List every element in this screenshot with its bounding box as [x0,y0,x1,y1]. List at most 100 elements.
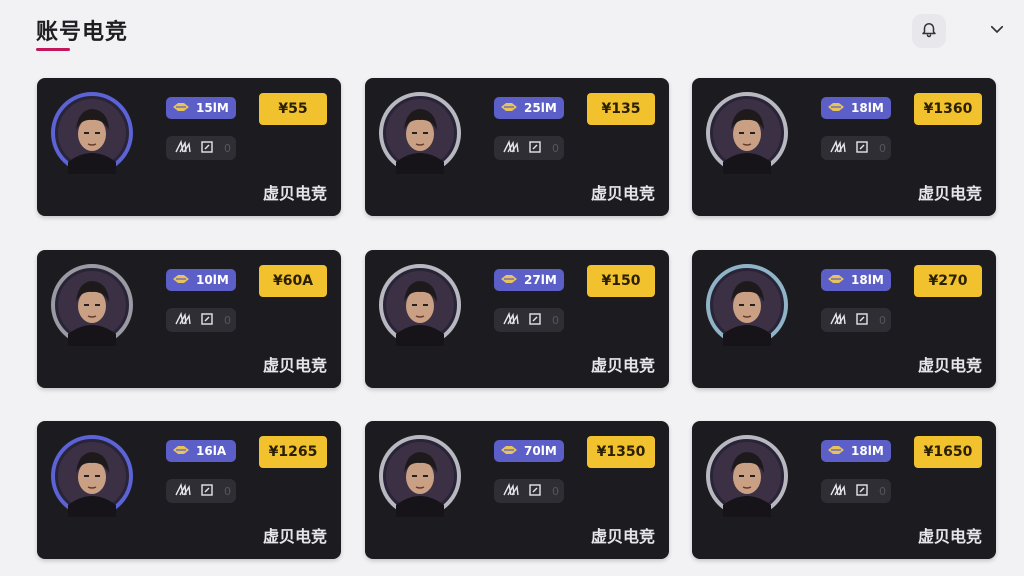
price-tag: ¥1360 [914,93,982,125]
level-badge: 18lM [821,97,891,119]
hero-avatar [51,92,133,174]
wings-icon [174,482,192,501]
wings-icon [174,139,192,158]
skin-icon [200,311,214,330]
wings-icon [502,139,520,158]
price-tag: ¥270 [914,265,982,297]
level-text: 18lM [851,101,884,115]
rank-value: 0 [552,484,559,498]
wings-icon [502,482,520,501]
skin-icon [855,311,869,330]
rank-emblem-icon [827,273,845,287]
level-text: 18lM [851,444,884,458]
price-tag: ¥1265 [259,436,327,468]
rank-emblem-icon [500,273,518,287]
level-text: 15lM [196,101,229,115]
brand-label: 虚贝电竞 [262,527,327,546]
level-badge: 10lM [166,269,236,291]
rank-emblem-icon [172,273,190,287]
level-text: 70lM [524,444,557,458]
level-text: 10lM [196,273,229,287]
level-badge: 70lM [494,440,564,462]
skin-icon [855,482,869,501]
account-card[interactable]: 15lM ¥55 0 虚贝电竞 [37,78,341,216]
level-badge: 25lM [494,97,564,119]
account-card[interactable]: 18lM ¥1360 0 虚贝电竞 [692,78,996,216]
rank-info: 0 [494,308,564,332]
page-title: 账号电竞 [36,20,129,45]
brand-label: 虚贝电竞 [590,184,655,203]
wings-icon [502,311,520,330]
wings-icon [829,139,847,158]
brand-label: 虚贝电竞 [917,527,982,546]
rank-emblem-icon [827,444,845,458]
rank-info: 0 [166,479,236,503]
brand-label: 虚贝电竞 [262,356,327,375]
level-text: 25lM [524,101,557,115]
title-underline [36,48,70,51]
rank-value: 0 [224,484,231,498]
level-text: 18lM [851,273,884,287]
skin-icon [200,139,214,158]
brand-label: 虚贝电竞 [590,527,655,546]
price-tag: ¥60A [259,265,327,297]
rank-emblem-icon [172,444,190,458]
wings-icon [174,311,192,330]
account-card[interactable]: 27lM ¥150 0 虚贝电竞 [365,250,669,388]
brand-label: 虚贝电竞 [262,184,327,203]
hero-avatar [706,264,788,346]
hero-avatar [379,435,461,517]
hero-avatar [51,264,133,346]
wings-icon [829,482,847,501]
rank-info: 0 [821,136,891,160]
rank-info: 0 [166,308,236,332]
rank-info: 0 [494,479,564,503]
rank-info: 0 [821,308,891,332]
rank-value: 0 [879,313,886,327]
price-tag: ¥135 [587,93,655,125]
skin-icon [200,482,214,501]
hero-avatar [706,92,788,174]
rank-info: 0 [166,136,236,160]
brand-label: 虚贝电竞 [917,356,982,375]
account-card[interactable]: 16lA ¥1265 0 虚贝电竞 [37,421,341,559]
rank-value: 0 [552,313,559,327]
level-badge: 27lM [494,269,564,291]
account-card[interactable]: 25lM ¥135 0 虚贝电竞 [365,78,669,216]
notification-button[interactable] [912,14,946,48]
brand-label: 虚贝电竞 [590,356,655,375]
price-tag: ¥55 [259,93,327,125]
account-card[interactable]: 18lM ¥1650 0 虚贝电竞 [692,421,996,559]
menu-toggle-button[interactable] [982,16,1012,46]
account-card[interactable]: 18lM ¥270 0 虚贝电竞 [692,250,996,388]
level-badge: 18lM [821,440,891,462]
rank-emblem-icon [500,444,518,458]
level-badge: 16lA [166,440,236,462]
skin-icon [528,139,542,158]
hero-avatar [379,264,461,346]
skin-icon [528,311,542,330]
rank-emblem-icon [827,101,845,115]
rank-emblem-icon [172,101,190,115]
wings-icon [829,311,847,330]
hero-avatar [706,435,788,517]
rank-value: 0 [879,484,886,498]
skin-icon [855,139,869,158]
brand-label: 虚贝电竞 [917,184,982,203]
chevron-down-icon [988,20,1006,42]
account-card[interactable]: 70lM ¥1350 0 虚贝电竞 [365,421,669,559]
rank-value: 0 [224,313,231,327]
rank-value: 0 [879,141,886,155]
header: 账号电竞 [0,0,1024,60]
hero-avatar [379,92,461,174]
price-tag: ¥1650 [914,436,982,468]
level-text: 27lM [524,273,557,287]
rank-info: 0 [494,136,564,160]
account-card[interactable]: 10lM ¥60A 0 虚贝电竞 [37,250,341,388]
rank-value: 0 [552,141,559,155]
price-tag: ¥150 [587,265,655,297]
level-badge: 18lM [821,269,891,291]
bell-icon [920,20,938,42]
rank-info: 0 [821,479,891,503]
skin-icon [528,482,542,501]
